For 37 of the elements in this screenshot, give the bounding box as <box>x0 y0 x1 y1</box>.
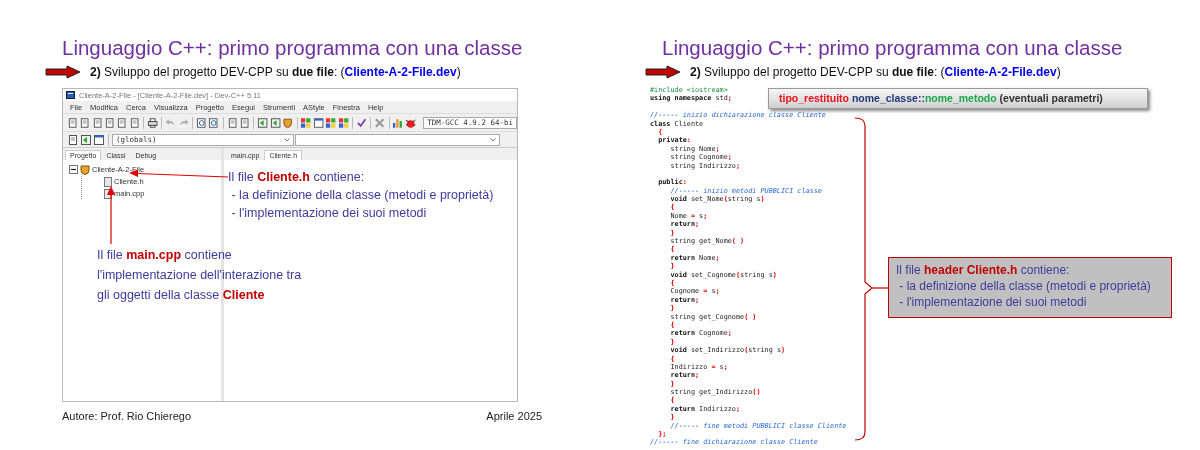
grid-icon[interactable] <box>300 116 312 129</box>
project-icon <box>80 164 90 175</box>
annotation-text: Il file Cliente.h contiene: - la definizione della classe (metodi e proprietà) - l'implementazione dei suoi metodi <box>228 169 494 222</box>
syntax-formula: tipo_restituito nome_classe::nome_metodo (eventuali parametri) <box>768 88 1148 109</box>
document-icon[interactable] <box>128 116 141 129</box>
document-icon[interactable] <box>67 116 79 129</box>
document-icon[interactable] <box>91 116 104 129</box>
slide-title: Linguaggio C++: primo programma con una classe <box>62 36 524 60</box>
pointer-arrow <box>107 186 115 245</box>
arrow-icon <box>45 65 81 79</box>
date-text: Aprile 2025 <box>486 410 542 422</box>
bar-chart-icon[interactable] <box>392 116 404 129</box>
document-icon[interactable] <box>79 116 91 129</box>
grid-icon[interactable] <box>325 116 337 129</box>
subtitle-text: 2) Sviluppo del progetto DEV-CPP su due file: (Cliente-A-2-File.dev) <box>90 65 461 79</box>
expander-icon[interactable] <box>69 165 78 174</box>
caret-icon <box>284 137 290 142</box>
grid-icon[interactable] <box>337 116 349 129</box>
document-icon[interactable] <box>104 116 116 129</box>
window-icon[interactable] <box>312 116 325 129</box>
document-icon[interactable] <box>116 116 128 129</box>
check-icon[interactable] <box>355 116 368 129</box>
document-icon[interactable] <box>226 116 239 129</box>
document-icon[interactable] <box>239 116 251 129</box>
caret-icon <box>490 137 496 142</box>
subtitle-text: 2) Sviluppo del progetto DEV-CPP su due file: (Cliente-A-2-File.dev) <box>690 65 1061 79</box>
author-text: Autore: Prof. Rio Chierego <box>62 410 191 422</box>
document-icon[interactable] <box>67 133 79 146</box>
window-icon[interactable] <box>93 133 105 146</box>
slide-title: Linguaggio C++: primo programma con una classe <box>662 36 1124 60</box>
callout-note: Il file header Cliente.h contiene: - la definizione della classe (metodi e proprietà) - l'implementazione dei suoi metodi <box>888 257 1172 318</box>
annotation-text: Il file main.cpp contiene l'implementazione dell'interazione tra gli oggetti della classe Cliente <box>97 247 302 304</box>
magnifier-icon[interactable] <box>208 116 220 129</box>
arrow-icon <box>645 65 681 79</box>
shield-icon[interactable] <box>282 116 294 129</box>
printer-icon[interactable] <box>147 116 159 129</box>
magnifier-icon[interactable] <box>196 116 208 129</box>
